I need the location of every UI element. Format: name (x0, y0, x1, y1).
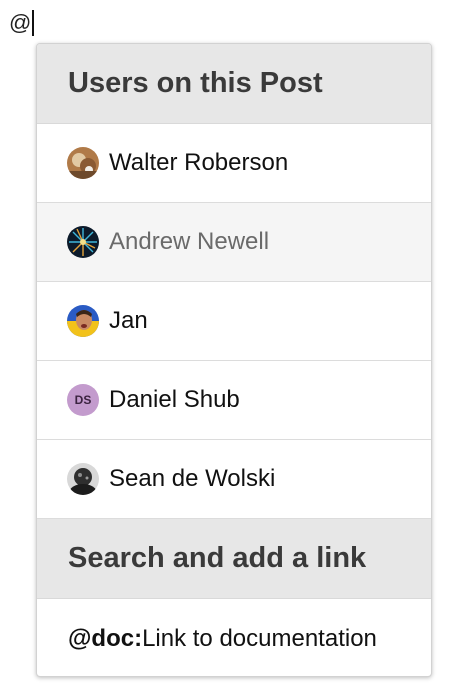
sean-de-wolski-avatar (67, 463, 99, 495)
user-option-andrew-newell[interactable]: Andrew Newell (37, 203, 431, 282)
user-option-jan[interactable]: Jan (37, 282, 431, 361)
link-description: Link to documentation (142, 624, 377, 652)
user-name: Sean de Wolski (109, 465, 276, 492)
typed-text: @ (9, 10, 32, 35)
links-section-title: Search and add a link (68, 542, 367, 574)
text-caret (32, 10, 35, 36)
user-option-daniel-shub[interactable]: DS Daniel Shub (37, 361, 431, 440)
editor-input[interactable]: @ (9, 8, 35, 38)
users-section-header: Users on this Post (37, 44, 431, 124)
link-option-documentation[interactable]: @doc: Link to documentation (37, 599, 431, 676)
user-option-sean-de-wolski[interactable]: Sean de Wolski (37, 440, 431, 519)
mention-autocomplete-popup: Users on this Post Walter Roberson Andre… (36, 43, 432, 677)
user-name: Andrew Newell (109, 228, 270, 255)
daniel-shub-initials-avatar: DS (67, 384, 99, 416)
links-section-header: Search and add a link (37, 519, 431, 599)
user-name: Daniel Shub (109, 386, 240, 413)
users-section-title: Users on this Post (68, 67, 323, 99)
user-option-walter-roberson[interactable]: Walter Roberson (37, 124, 431, 203)
walter-roberson-avatar (67, 147, 99, 179)
link-keyword: @doc: (68, 624, 143, 652)
jan-avatar (67, 305, 99, 337)
user-name: Jan (109, 307, 148, 334)
andrew-newell-avatar (67, 226, 99, 258)
user-name: Walter Roberson (109, 149, 289, 176)
